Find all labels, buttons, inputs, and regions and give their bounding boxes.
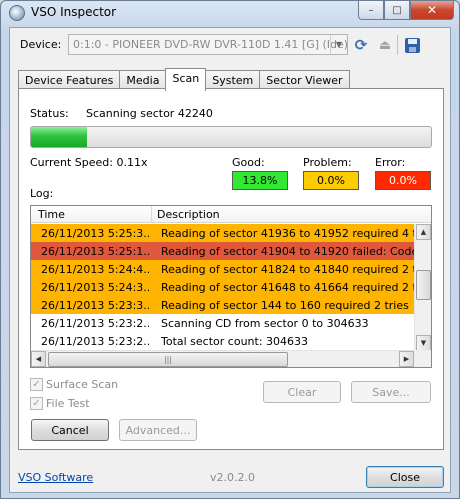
vertical-scrollbar[interactable]: ▲ ▼ <box>414 224 431 351</box>
log-label: Log: <box>30 187 54 200</box>
caption-buttons: – □ ✕ <box>358 1 454 21</box>
save-log-button[interactable]: Save... <box>351 381 431 403</box>
log-time-cell: 26/11/2013 5:25:3... <box>41 227 149 240</box>
log-row[interactable]: 26/11/2013 5:25:1... Reading of sector 41… <box>31 242 415 260</box>
floppy-disk-icon <box>404 37 420 53</box>
problem-percent-badge: 0.0% <box>303 171 359 190</box>
checkmark-icon: ✓ <box>30 397 43 410</box>
column-header-time[interactable]: Time <box>38 208 65 221</box>
log-time-cell: 26/11/2013 5:25:1... <box>41 245 149 258</box>
log-row[interactable]: 26/11/2013 5:24:3... Reading of sector 41… <box>31 278 415 296</box>
save-icon[interactable] <box>403 36 421 54</box>
log-header: Time Description <box>31 206 431 223</box>
file-test-label: File Test <box>46 397 90 410</box>
column-divider[interactable] <box>151 206 152 223</box>
tab-system[interactable]: System <box>205 70 261 90</box>
close-window-button[interactable]: ✕ <box>410 1 454 20</box>
file-test-checkbox[interactable]: ✓ File Test <box>30 397 90 410</box>
vso-software-link[interactable]: VSO Software <box>18 471 93 484</box>
surface-scan-label: Surface Scan <box>46 378 119 391</box>
log-row[interactable]: 26/11/2013 5:23:3... Reading of sector 14… <box>31 296 415 314</box>
status-label: Status: <box>30 107 69 120</box>
client-area: Device: 0:1:0 - PIONEER DVD-RW DVR-110D … <box>9 27 451 493</box>
cancel-button[interactable]: Cancel <box>31 419 109 441</box>
log-time-cell: 26/11/2013 5:24:3... <box>41 281 149 294</box>
app-window: VSO Inspector – □ ✕ Device: 0:1:0 - PION… <box>0 0 460 499</box>
version-text: v2.0.2.0 <box>210 471 255 484</box>
title-bar[interactable]: VSO Inspector – □ ✕ <box>1 1 459 25</box>
log-time-cell: 26/11/2013 5:23:3... <box>41 299 149 312</box>
device-dropdown[interactable]: 0:1:0 - PIONEER DVD-RW DVR-110D 1.41 [G]… <box>68 34 348 55</box>
device-value: 0:1:0 - PIONEER DVD-RW DVR-110D 1.41 [G]… <box>73 38 348 51</box>
current-speed: Current Speed: 0.11x <box>30 156 148 169</box>
log-row[interactable]: 26/11/2013 5:23:2... Total sector count: … <box>31 332 415 350</box>
log-time-cell: 26/11/2013 5:23:2... <box>41 317 149 330</box>
horizontal-scrollbar[interactable]: ◀ ||| ▶ <box>31 350 414 367</box>
scroll-right-icon[interactable]: ▶ <box>399 351 414 367</box>
log-description-cell: Reading of sector 144 to 160 required 2 … <box>161 299 409 312</box>
tab-strip: Device Features Media Scan System Sector… <box>18 68 350 91</box>
checkmark-icon: ✓ <box>30 378 43 391</box>
scan-progress-bar <box>30 126 432 148</box>
surface-scan-checkbox[interactable]: ✓ Surface Scan <box>30 378 118 391</box>
clear-button[interactable]: Clear <box>263 381 341 403</box>
log-description-cell: Reading of sector 41648 to 41664 require… <box>161 281 415 294</box>
scroll-down-icon[interactable]: ▼ <box>416 335 431 351</box>
vertical-scroll-thumb[interactable] <box>416 270 431 300</box>
horizontal-scroll-thumb[interactable]: ||| <box>48 352 288 367</box>
tab-media[interactable]: Media <box>119 70 167 90</box>
error-label: Error: <box>375 156 406 169</box>
eject-icon[interactable]: ⏏ <box>376 36 394 54</box>
tab-sector-viewer[interactable]: Sector Viewer <box>259 70 350 90</box>
log-description-cell: Total sector count: 304633 <box>161 335 309 348</box>
problem-label: Problem: <box>303 156 352 169</box>
tab-scan[interactable]: Scan <box>165 68 207 91</box>
log-time-cell: 26/11/2013 5:24:4... <box>41 263 149 276</box>
minimize-button[interactable]: – <box>358 1 384 20</box>
chevron-down-icon[interactable]: ▼ <box>330 35 347 54</box>
maximize-button[interactable]: □ <box>384 1 410 20</box>
app-disc-icon <box>9 5 25 21</box>
progress-fill <box>31 127 87 147</box>
log-row[interactable]: 26/11/2013 5:23:2... Scanning CD from sec… <box>31 314 415 332</box>
toolbar-separator <box>397 35 398 55</box>
error-percent-badge: 0.0% <box>375 171 431 190</box>
column-header-description[interactable]: Description <box>157 208 220 221</box>
status-value: Scanning sector 42240 <box>86 107 213 120</box>
good-label: Good: <box>232 156 265 169</box>
log-description-cell: Reading of sector 41904 to 41920 failed:… <box>161 245 415 258</box>
scroll-left-icon[interactable]: ◀ <box>31 351 46 367</box>
log-time-cell: 26/11/2013 5:23:2... <box>41 335 149 348</box>
log-row[interactable]: 26/11/2013 5:25:3... Reading of sector 41… <box>31 224 415 242</box>
log-description-cell: Reading of sector 41936 to 41952 require… <box>161 227 415 240</box>
log-description-cell: Scanning CD from sector 0 to 304633 <box>161 317 369 330</box>
log-rows: 26/11/2013 5:25:3... Reading of sector 41… <box>31 224 415 350</box>
log-description-cell: Reading of sector 41824 to 41840 require… <box>161 263 415 276</box>
scan-panel: Status: Scanning sector 42240 Current Sp… <box>18 88 444 450</box>
scroll-up-icon[interactable]: ▲ <box>416 224 431 240</box>
refresh-icon[interactable]: ⟳ <box>352 36 370 54</box>
log-row[interactable]: 26/11/2013 5:24:4... Reading of sector 41… <box>31 260 415 278</box>
scroll-corner <box>414 350 431 367</box>
window-title: VSO Inspector <box>31 5 117 19</box>
close-button[interactable]: Close <box>366 466 444 488</box>
log-list[interactable]: Time Description 26/11/2013 5:25:3... Rea… <box>30 205 432 368</box>
tab-device-features[interactable]: Device Features <box>18 70 121 90</box>
good-percent-badge: 13.8% <box>232 171 288 190</box>
device-label: Device: <box>20 38 62 51</box>
advanced-button[interactable]: Advanced... <box>119 419 197 441</box>
